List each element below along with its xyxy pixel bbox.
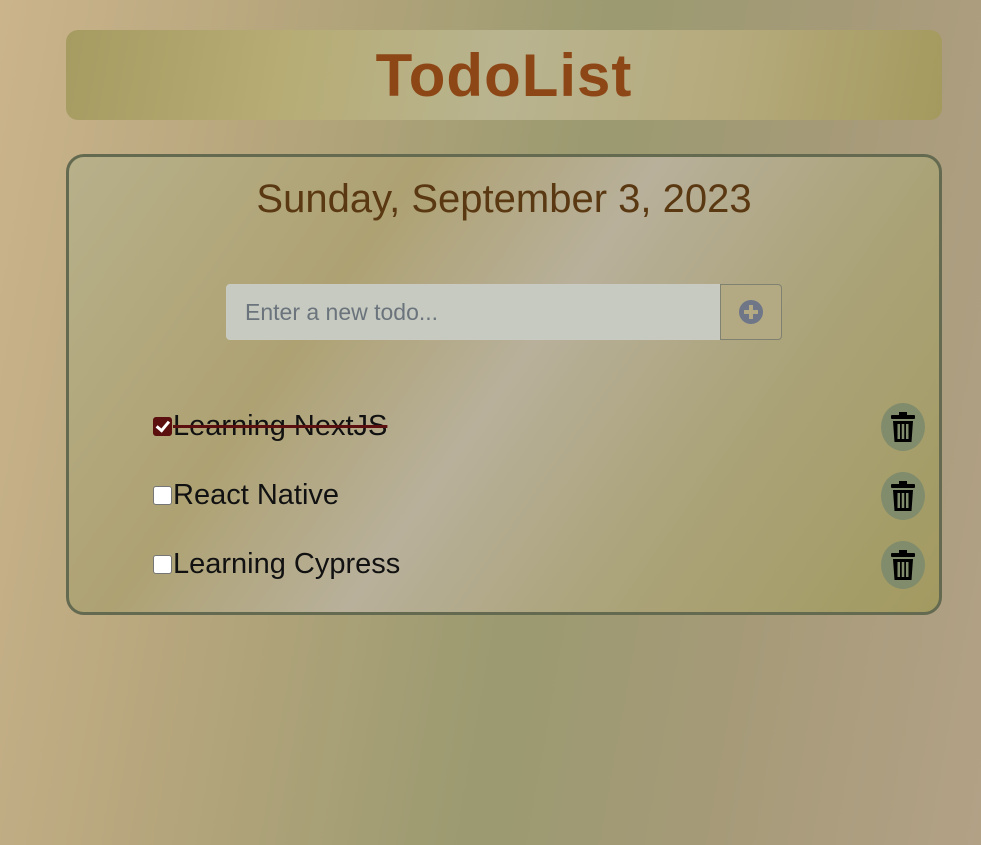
todo-item: Learning NextJS xyxy=(153,392,925,461)
delete-todo-button[interactable] xyxy=(881,540,925,589)
todo-checkbox[interactable] xyxy=(153,417,172,436)
trash-icon xyxy=(891,549,915,580)
todo-checkbox[interactable] xyxy=(153,555,172,574)
add-todo-form xyxy=(226,284,782,340)
todo-card: Sunday, September 3, 2023 Learning NextJ… xyxy=(66,154,942,615)
delete-todo-button[interactable] xyxy=(881,471,925,520)
new-todo-input[interactable] xyxy=(226,284,720,340)
delete-todo-button[interactable] xyxy=(881,402,925,451)
todo-text: Learning Cypress xyxy=(173,548,401,580)
app-header: TodoList xyxy=(66,30,942,120)
current-date: Sunday, September 3, 2023 xyxy=(256,177,752,221)
todo-item: React Native xyxy=(153,461,925,530)
todo-list: Learning NextJS React Native Learning Cy… xyxy=(153,392,925,599)
todo-text: React Native xyxy=(173,479,340,511)
todo-checkbox[interactable] xyxy=(153,486,172,505)
trash-icon xyxy=(891,480,915,511)
todo-text: Learning NextJS xyxy=(173,410,388,442)
app-title: TodoList xyxy=(375,41,633,109)
add-todo-button[interactable] xyxy=(720,284,782,340)
trash-icon xyxy=(891,411,915,442)
plus-circle-icon xyxy=(739,300,763,324)
todo-item: Learning Cypress xyxy=(153,530,925,599)
